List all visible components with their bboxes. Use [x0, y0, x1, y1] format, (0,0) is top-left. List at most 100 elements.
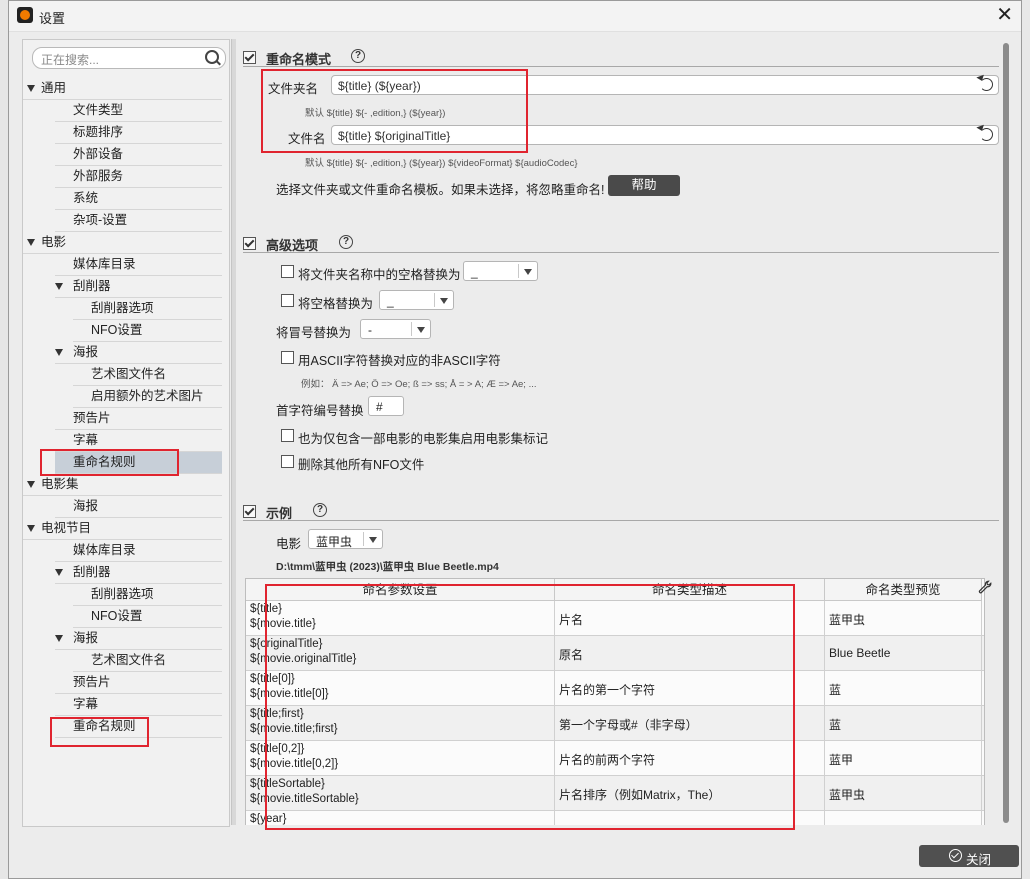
sidebar-item[interactable]: NFO设置 — [73, 320, 222, 342]
preview-cell: 蓝甲 — [825, 741, 982, 775]
sidebar-item[interactable]: 艺术图文件名 — [73, 364, 222, 386]
expand-triangle-icon[interactable] — [55, 283, 63, 290]
expand-triangle-icon[interactable] — [55, 569, 63, 576]
sidebar-item-label: 艺术图文件名 — [91, 653, 167, 667]
sidebar-item-label: 海报 — [73, 345, 99, 359]
sidebar-item[interactable]: 电影集 — [23, 474, 222, 496]
title-bar: 设置 ✕ — [9, 1, 1021, 32]
replace-spaces-checkbox[interactable] — [281, 294, 294, 307]
reset-icon[interactable] — [980, 128, 993, 141]
expand-triangle-icon[interactable] — [27, 525, 35, 532]
collapse-checkbox-icon[interactable] — [243, 237, 256, 250]
ascii-example-hint: 例如： Ä => Ae; Ö => Oe; ß => ss; Å = > A; … — [301, 379, 537, 390]
replace-folder-spaces-checkbox[interactable] — [281, 265, 294, 278]
search-icon[interactable] — [205, 50, 219, 64]
scrollbar-thumb[interactable] — [1003, 43, 1009, 823]
search-input[interactable]: 正在搜索... — [32, 47, 226, 69]
sidebar-item[interactable]: 预告片 — [55, 672, 222, 694]
sidebar-item[interactable]: 海报 — [55, 342, 222, 364]
sidebar-item[interactable]: 杂项-设置 — [55, 210, 222, 232]
example-header: 示例 ? — [243, 502, 643, 522]
sidebar-item[interactable]: 启用额外的艺术图片 — [73, 386, 222, 408]
sidebar-item-label: 电视节目 — [41, 521, 92, 535]
sidebar-item[interactable]: 通用 — [23, 78, 222, 100]
close-window-icon[interactable]: ✕ — [996, 4, 1013, 26]
help-icon[interactable]: ? — [351, 49, 365, 63]
vertical-scrollbar[interactable] — [1003, 43, 1009, 823]
wrench-icon[interactable] — [978, 580, 992, 594]
folder-space-replacement-value: _ — [471, 265, 478, 279]
expand-triangle-icon[interactable] — [27, 85, 35, 92]
sidebar-item-label: 海报 — [73, 631, 99, 645]
preview-text: 蓝甲虫 — [829, 613, 866, 627]
combo-separator — [363, 532, 364, 546]
section-divider — [243, 520, 999, 521]
sidebar-item[interactable]: 刮削器 — [55, 276, 222, 298]
sidebar-item-label: 通用 — [41, 81, 67, 95]
first-char-label: 首字符编号替换 — [276, 404, 364, 418]
preview-cell: 蓝甲虫 — [825, 776, 982, 810]
sidebar-item[interactable]: 媒体库目录 — [55, 254, 222, 276]
sidebar-item-label: 预告片 — [73, 675, 111, 689]
replace-spaces-label: 将空格替换为 — [298, 297, 374, 311]
expand-triangle-icon[interactable] — [55, 635, 63, 642]
sidebar-item[interactable]: 字幕 — [55, 694, 222, 716]
sidebar-item[interactable]: 标题排序 — [55, 122, 222, 144]
expand-triangle-icon[interactable] — [27, 239, 35, 246]
sidebar-item-label: NFO设置 — [91, 323, 143, 337]
section-divider — [243, 252, 999, 253]
first-char-value: # — [376, 400, 383, 414]
column-header[interactable]: 命名类型预览 — [825, 579, 982, 601]
replace-folder-spaces-label: 将文件夹名称中的空格替换为 — [298, 268, 461, 282]
help-icon[interactable]: ? — [339, 235, 353, 249]
preview-text: 蓝甲 — [829, 753, 854, 767]
highlight-box-movie-rename-rules — [40, 449, 179, 476]
panel-splitter[interactable] — [231, 39, 236, 825]
preview-text: 蓝 — [829, 683, 842, 697]
single-movie-collection-label: 也为仅包含一部电影的电影集启用电影集标记 — [298, 432, 549, 446]
delete-nfo-label: 删除其他所有NFO文件 — [298, 458, 425, 472]
sidebar-item[interactable]: 文件类型 — [55, 100, 222, 122]
sidebar-item[interactable]: 刮削器选项 — [73, 584, 222, 606]
help-icon[interactable]: ? — [313, 503, 327, 517]
sidebar-item[interactable]: 刮削器 — [55, 562, 222, 584]
reset-icon[interactable] — [980, 78, 993, 91]
ascii-replace-checkbox[interactable] — [281, 351, 294, 364]
highlight-box-rename-fields — [261, 69, 528, 153]
advanced-options-header: 高级选项 ? — [243, 234, 643, 254]
sidebar-item[interactable]: 刮削器选项 — [73, 298, 222, 320]
sidebar-item[interactable]: 外部设备 — [55, 144, 222, 166]
background-window-edge-right — [1022, 0, 1030, 879]
example-movie-select[interactable]: 蓝甲虫 — [308, 529, 383, 549]
first-char-input[interactable]: # — [368, 396, 404, 416]
colon-replacement-select[interactable]: - — [360, 319, 431, 339]
sidebar-item[interactable]: 电视节目 — [23, 518, 222, 540]
sidebar-item[interactable]: 媒体库目录 — [55, 540, 222, 562]
preview-cell — [825, 811, 982, 825]
space-replacement-value: _ — [387, 294, 394, 308]
sidebar-item[interactable]: 系统 — [55, 188, 222, 210]
close-button[interactable]: 关闭 — [919, 845, 1019, 867]
ascii-replace-label: 用ASCII字符替换对应的非ASCII字符 — [298, 354, 501, 368]
colon-replacement-label: 将冒号替换为 — [276, 326, 352, 340]
delete-nfo-checkbox[interactable] — [281, 455, 294, 468]
expand-triangle-icon[interactable] — [55, 349, 63, 356]
space-replacement-select[interactable]: _ — [379, 290, 454, 310]
collapse-checkbox-icon[interactable] — [243, 51, 256, 64]
sidebar-item[interactable]: 海报 — [55, 496, 222, 518]
chevron-down-icon — [417, 327, 425, 333]
sidebar-item[interactable]: 艺术图文件名 — [73, 650, 222, 672]
single-movie-collection-checkbox[interactable] — [281, 429, 294, 442]
sidebar-item[interactable]: 海报 — [55, 628, 222, 650]
help-button[interactable]: 帮助 — [608, 175, 680, 196]
sidebar-item[interactable]: NFO设置 — [73, 606, 222, 628]
sidebar-item[interactable]: 外部服务 — [55, 166, 222, 188]
sidebar-item[interactable]: 预告片 — [55, 408, 222, 430]
sidebar-item-label: NFO设置 — [91, 609, 143, 623]
file-default-hint: 默认 ${title} ${- ,edition,} (${year}) ${v… — [305, 158, 578, 169]
sidebar-item[interactable]: 电影 — [23, 232, 222, 254]
collapse-checkbox-icon[interactable] — [243, 505, 256, 518]
colon-replacement-value: - — [368, 323, 372, 337]
expand-triangle-icon[interactable] — [27, 481, 35, 488]
folder-space-replacement-select[interactable]: _ — [463, 261, 538, 281]
